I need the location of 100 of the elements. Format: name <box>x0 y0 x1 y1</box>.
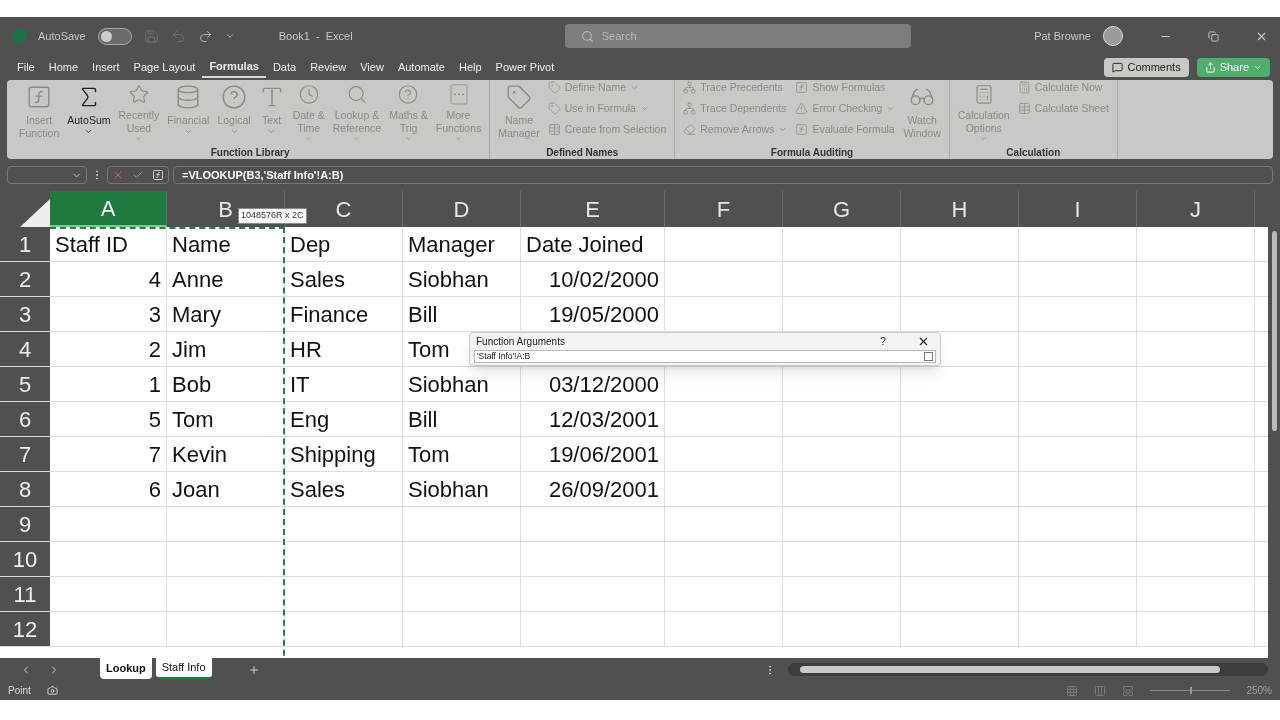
caret-icon <box>639 104 649 113</box>
button-label: Financial <box>167 114 210 127</box>
button-label: Lookup & <box>334 108 380 122</box>
button-label: Date & <box>292 108 325 122</box>
enter-icon[interactable] <box>132 169 144 181</box>
table-cell-text: Joan <box>172 475 220 504</box>
normal-view-icon[interactable] <box>1066 684 1079 697</box>
row-header[interactable]: 2 <box>0 262 50 296</box>
button-label: Text <box>262 114 282 127</box>
table-icon <box>547 123 561 136</box>
caret-icon <box>403 134 413 142</box>
table-cell-text: Bill <box>408 300 438 329</box>
table-cell-text: Dep <box>290 230 331 259</box>
zoom-thumb[interactable] <box>1190 687 1193 694</box>
menu-tab[interactable]: View <box>353 56 391 78</box>
name-box[interactable] <box>7 166 87 184</box>
row-header[interactable]: 12 <box>0 612 50 646</box>
button-label: Insert <box>26 114 53 127</box>
cancel-icon[interactable] <box>112 169 124 181</box>
table-cell-text: Tom <box>172 405 214 434</box>
row-header[interactable]: 7 <box>0 437 50 471</box>
argument-field[interactable]: 'Staff Info'!A:B <box>474 350 936 363</box>
table-cell-text: 3 <box>148 300 161 329</box>
menu-tab[interactable]: Insert <box>85 56 127 78</box>
tag-icon <box>547 81 561 94</box>
table-cell-text: Tom <box>408 335 450 364</box>
avatar-icon <box>1103 26 1123 46</box>
table-cell-text: 10/02/2000 <box>548 265 659 294</box>
page-layout-icon[interactable] <box>1094 684 1107 697</box>
functions-icon <box>447 84 470 105</box>
button-label: Used <box>126 121 152 135</box>
row-header[interactable]: 6 <box>0 402 50 436</box>
page-break-icon[interactable] <box>1122 684 1135 697</box>
sheet-tab[interactable]: Lookup <box>100 658 152 679</box>
table-cell-text: Siobhan <box>408 475 489 504</box>
menu-tab[interactable]: Page Layout <box>126 56 203 78</box>
formula-field[interactable]: =VLOOKUP(B3,'Staff Info'!A:B) <box>173 166 1273 184</box>
row-header[interactable]: 10 <box>0 542 50 576</box>
restore-icon[interactable] <box>1208 30 1219 42</box>
column-header[interactable]: A <box>50 191 167 227</box>
row-header[interactable]: 8 <box>0 472 50 506</box>
table-cell-text: Anne <box>172 265 224 294</box>
button-label: Recently <box>118 108 160 122</box>
add-sheet-icon[interactable] <box>247 663 260 676</box>
group-label: Function Library <box>209 146 291 159</box>
row-header[interactable]: 3 <box>0 297 50 331</box>
menu-tab[interactable]: Review <box>303 56 354 78</box>
autosave-toggle[interactable] <box>97 27 132 45</box>
button-label: More <box>446 108 471 122</box>
caret-icon <box>454 134 463 142</box>
zoom-level: 250% <box>1246 684 1272 698</box>
table-cell-text: IT <box>290 370 310 399</box>
ribbon-button[interactable]: AutoSum <box>63 80 115 142</box>
table-cell-text: Manager <box>408 230 495 259</box>
table-cell-text: Shipping <box>290 440 376 469</box>
size-tooltip: 1048576R x 2C <box>238 208 307 224</box>
menu-tab[interactable]: Data <box>265 56 304 78</box>
table-cell-text: Name <box>172 230 231 259</box>
collapse-icon[interactable] <box>924 352 933 361</box>
function-icon[interactable] <box>152 169 164 181</box>
calculator-icon <box>1017 81 1031 94</box>
help-button[interactable]: ? <box>873 334 893 349</box>
row-header[interactable]: 9 <box>0 507 50 541</box>
menu-tab[interactable]: Power Pivot <box>488 56 562 78</box>
camera-icon[interactable] <box>46 685 58 696</box>
close-icon[interactable] <box>917 335 930 348</box>
table-cell-text: 19/05/2000 <box>548 300 659 329</box>
search-placeholder: Search <box>601 28 637 44</box>
row-header[interactable]: 4 <box>0 332 50 366</box>
row-header[interactable]: 11 <box>0 577 50 611</box>
caret-icon <box>630 83 639 92</box>
button-label: Functions <box>435 121 482 135</box>
table-cell-text: Siobhan <box>408 265 489 294</box>
caret-icon[interactable] <box>224 31 235 41</box>
table-cell-text: 2 <box>148 335 161 364</box>
menu-tab[interactable]: Automate <box>390 56 452 78</box>
group-label: Formula Auditing <box>769 146 855 159</box>
table-cell-text: Siobhan <box>408 370 489 399</box>
menu-tab[interactable]: Formulas <box>202 56 266 78</box>
table-cell-text: Date Joined <box>526 230 644 259</box>
button-label: Manager <box>498 127 540 140</box>
group-label: Defined Names <box>545 146 620 159</box>
row-header[interactable]: 1 <box>0 227 50 261</box>
row-header[interactable]: 5 <box>0 367 50 401</box>
menu-tab[interactable]: File <box>10 56 42 78</box>
table-cell-text: HR <box>290 335 322 364</box>
comments-button[interactable]: Comments <box>1104 57 1189 77</box>
table-cell-text: Kevin <box>172 440 228 469</box>
function-icon <box>795 123 809 136</box>
sheet-tab[interactable]: Staff Info <box>155 658 212 679</box>
button-label: Trig <box>399 121 418 135</box>
button-label: Window <box>903 127 941 140</box>
table-cell-text: 7 <box>148 440 161 469</box>
table-cell-text: 4 <box>148 265 161 294</box>
menu-tab[interactable]: Home <box>41 56 86 78</box>
horizontal-scrollbar[interactable] <box>788 663 1268 676</box>
menu-tab[interactable]: Help <box>451 56 489 78</box>
button-label: Watch <box>907 114 937 127</box>
redo-icon[interactable] <box>197 28 213 44</box>
share-icon <box>1204 61 1216 73</box>
